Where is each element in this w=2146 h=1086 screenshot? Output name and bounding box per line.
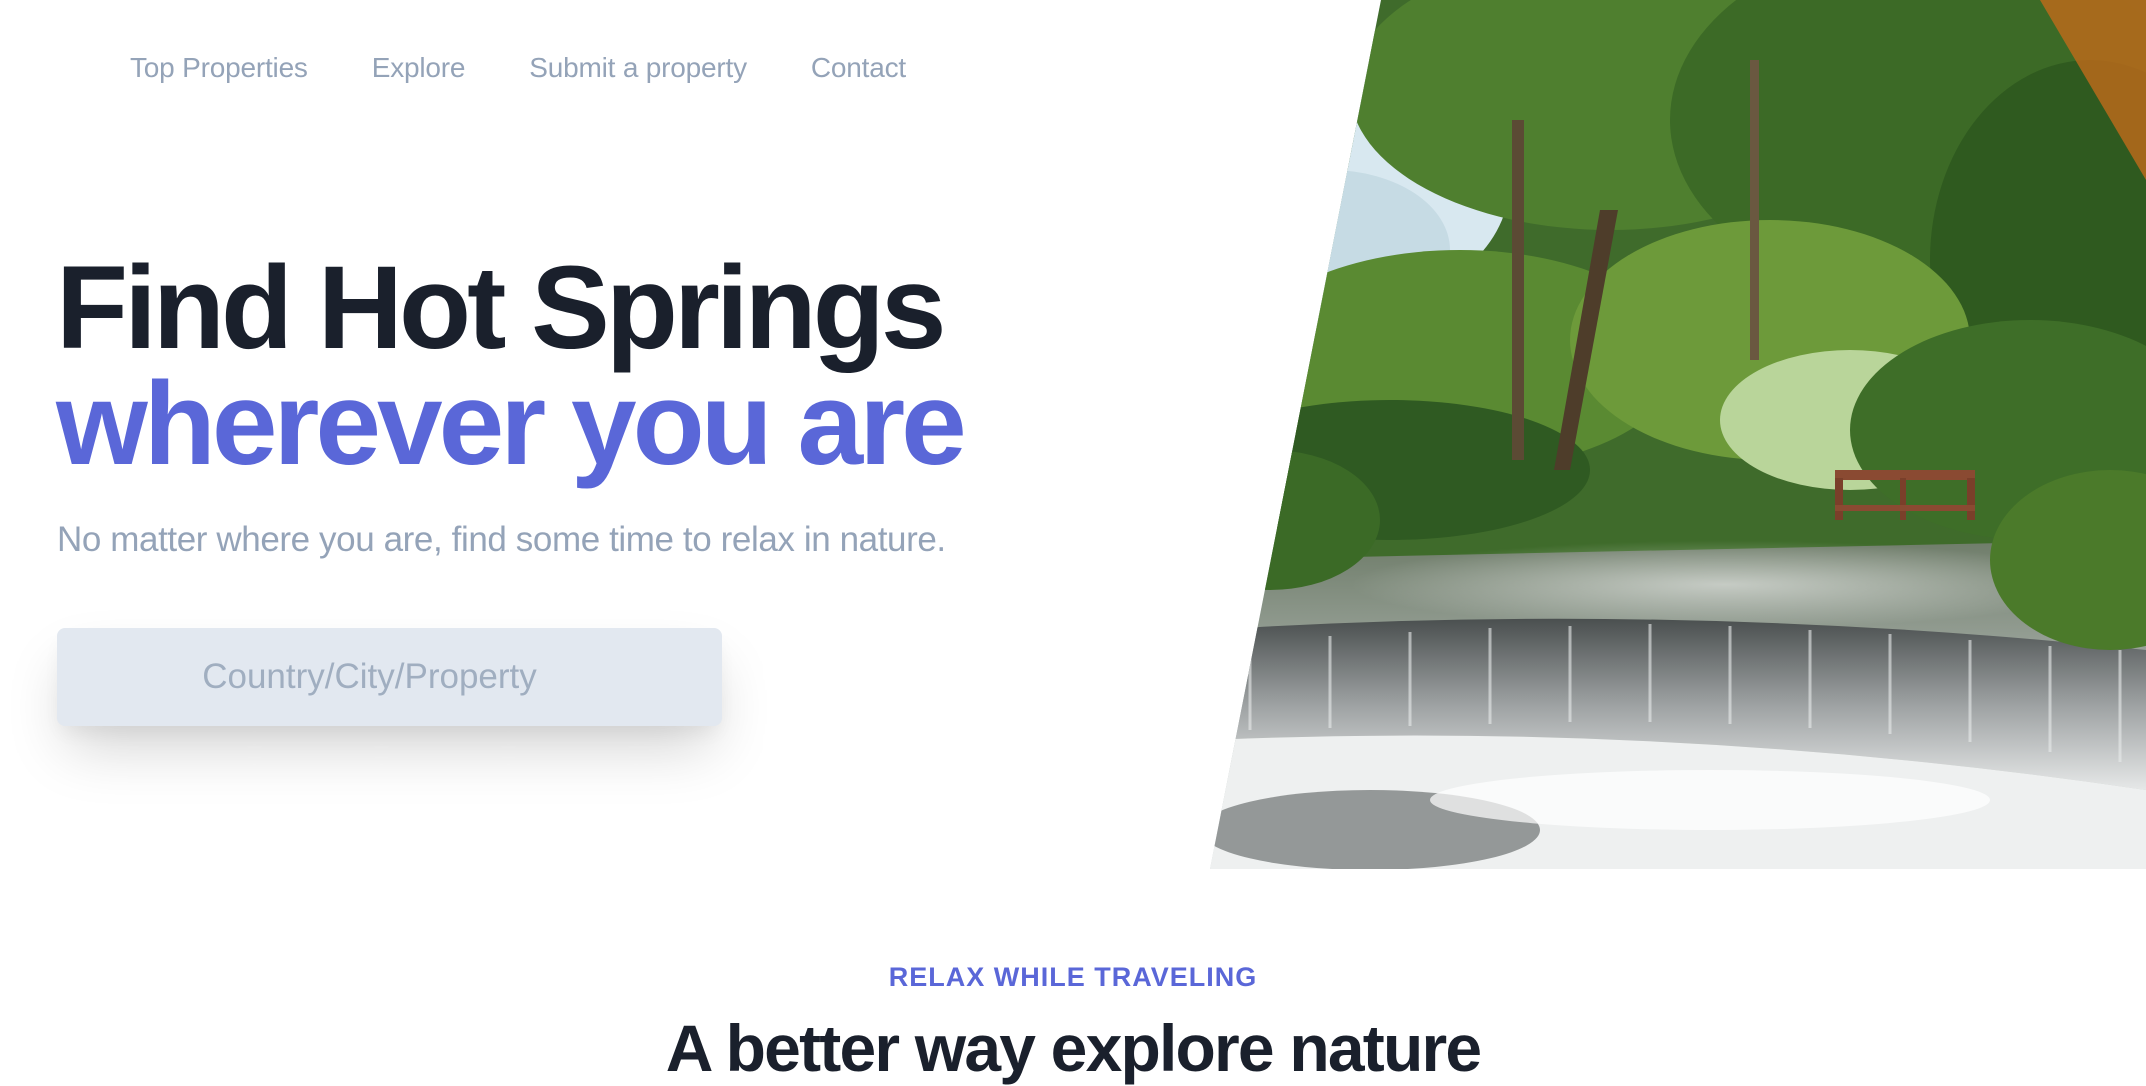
hero-image bbox=[1210, 0, 2146, 869]
search-box bbox=[57, 628, 722, 726]
section-title: A better way explore nature bbox=[665, 1011, 1482, 1085]
nav-link-explore[interactable]: Explore bbox=[372, 52, 466, 84]
hero-title: Find Hot Springs wherever you are bbox=[56, 242, 1106, 490]
nav-link-top-properties[interactable]: Top Properties bbox=[130, 52, 308, 84]
section-eyebrow: Relax while traveling bbox=[888, 962, 1258, 992]
search-input[interactable] bbox=[57, 628, 722, 726]
hero-text: Find Hot Springs wherever you are bbox=[56, 242, 1106, 490]
nav-link-submit-property[interactable]: Submit a property bbox=[529, 52, 747, 84]
page: Top Properties Explore Submit a property… bbox=[0, 0, 2146, 1086]
waterfall-photo bbox=[1210, 0, 2146, 869]
hero-title-line1: Find Hot Springs bbox=[56, 242, 946, 374]
hero-title-line2: wherever you are bbox=[56, 358, 967, 490]
nav-link-contact[interactable]: Contact bbox=[811, 52, 906, 84]
hero-subtitle: No matter where you are, find some time … bbox=[57, 520, 946, 559]
top-nav: Top Properties Explore Submit a property… bbox=[130, 52, 906, 84]
